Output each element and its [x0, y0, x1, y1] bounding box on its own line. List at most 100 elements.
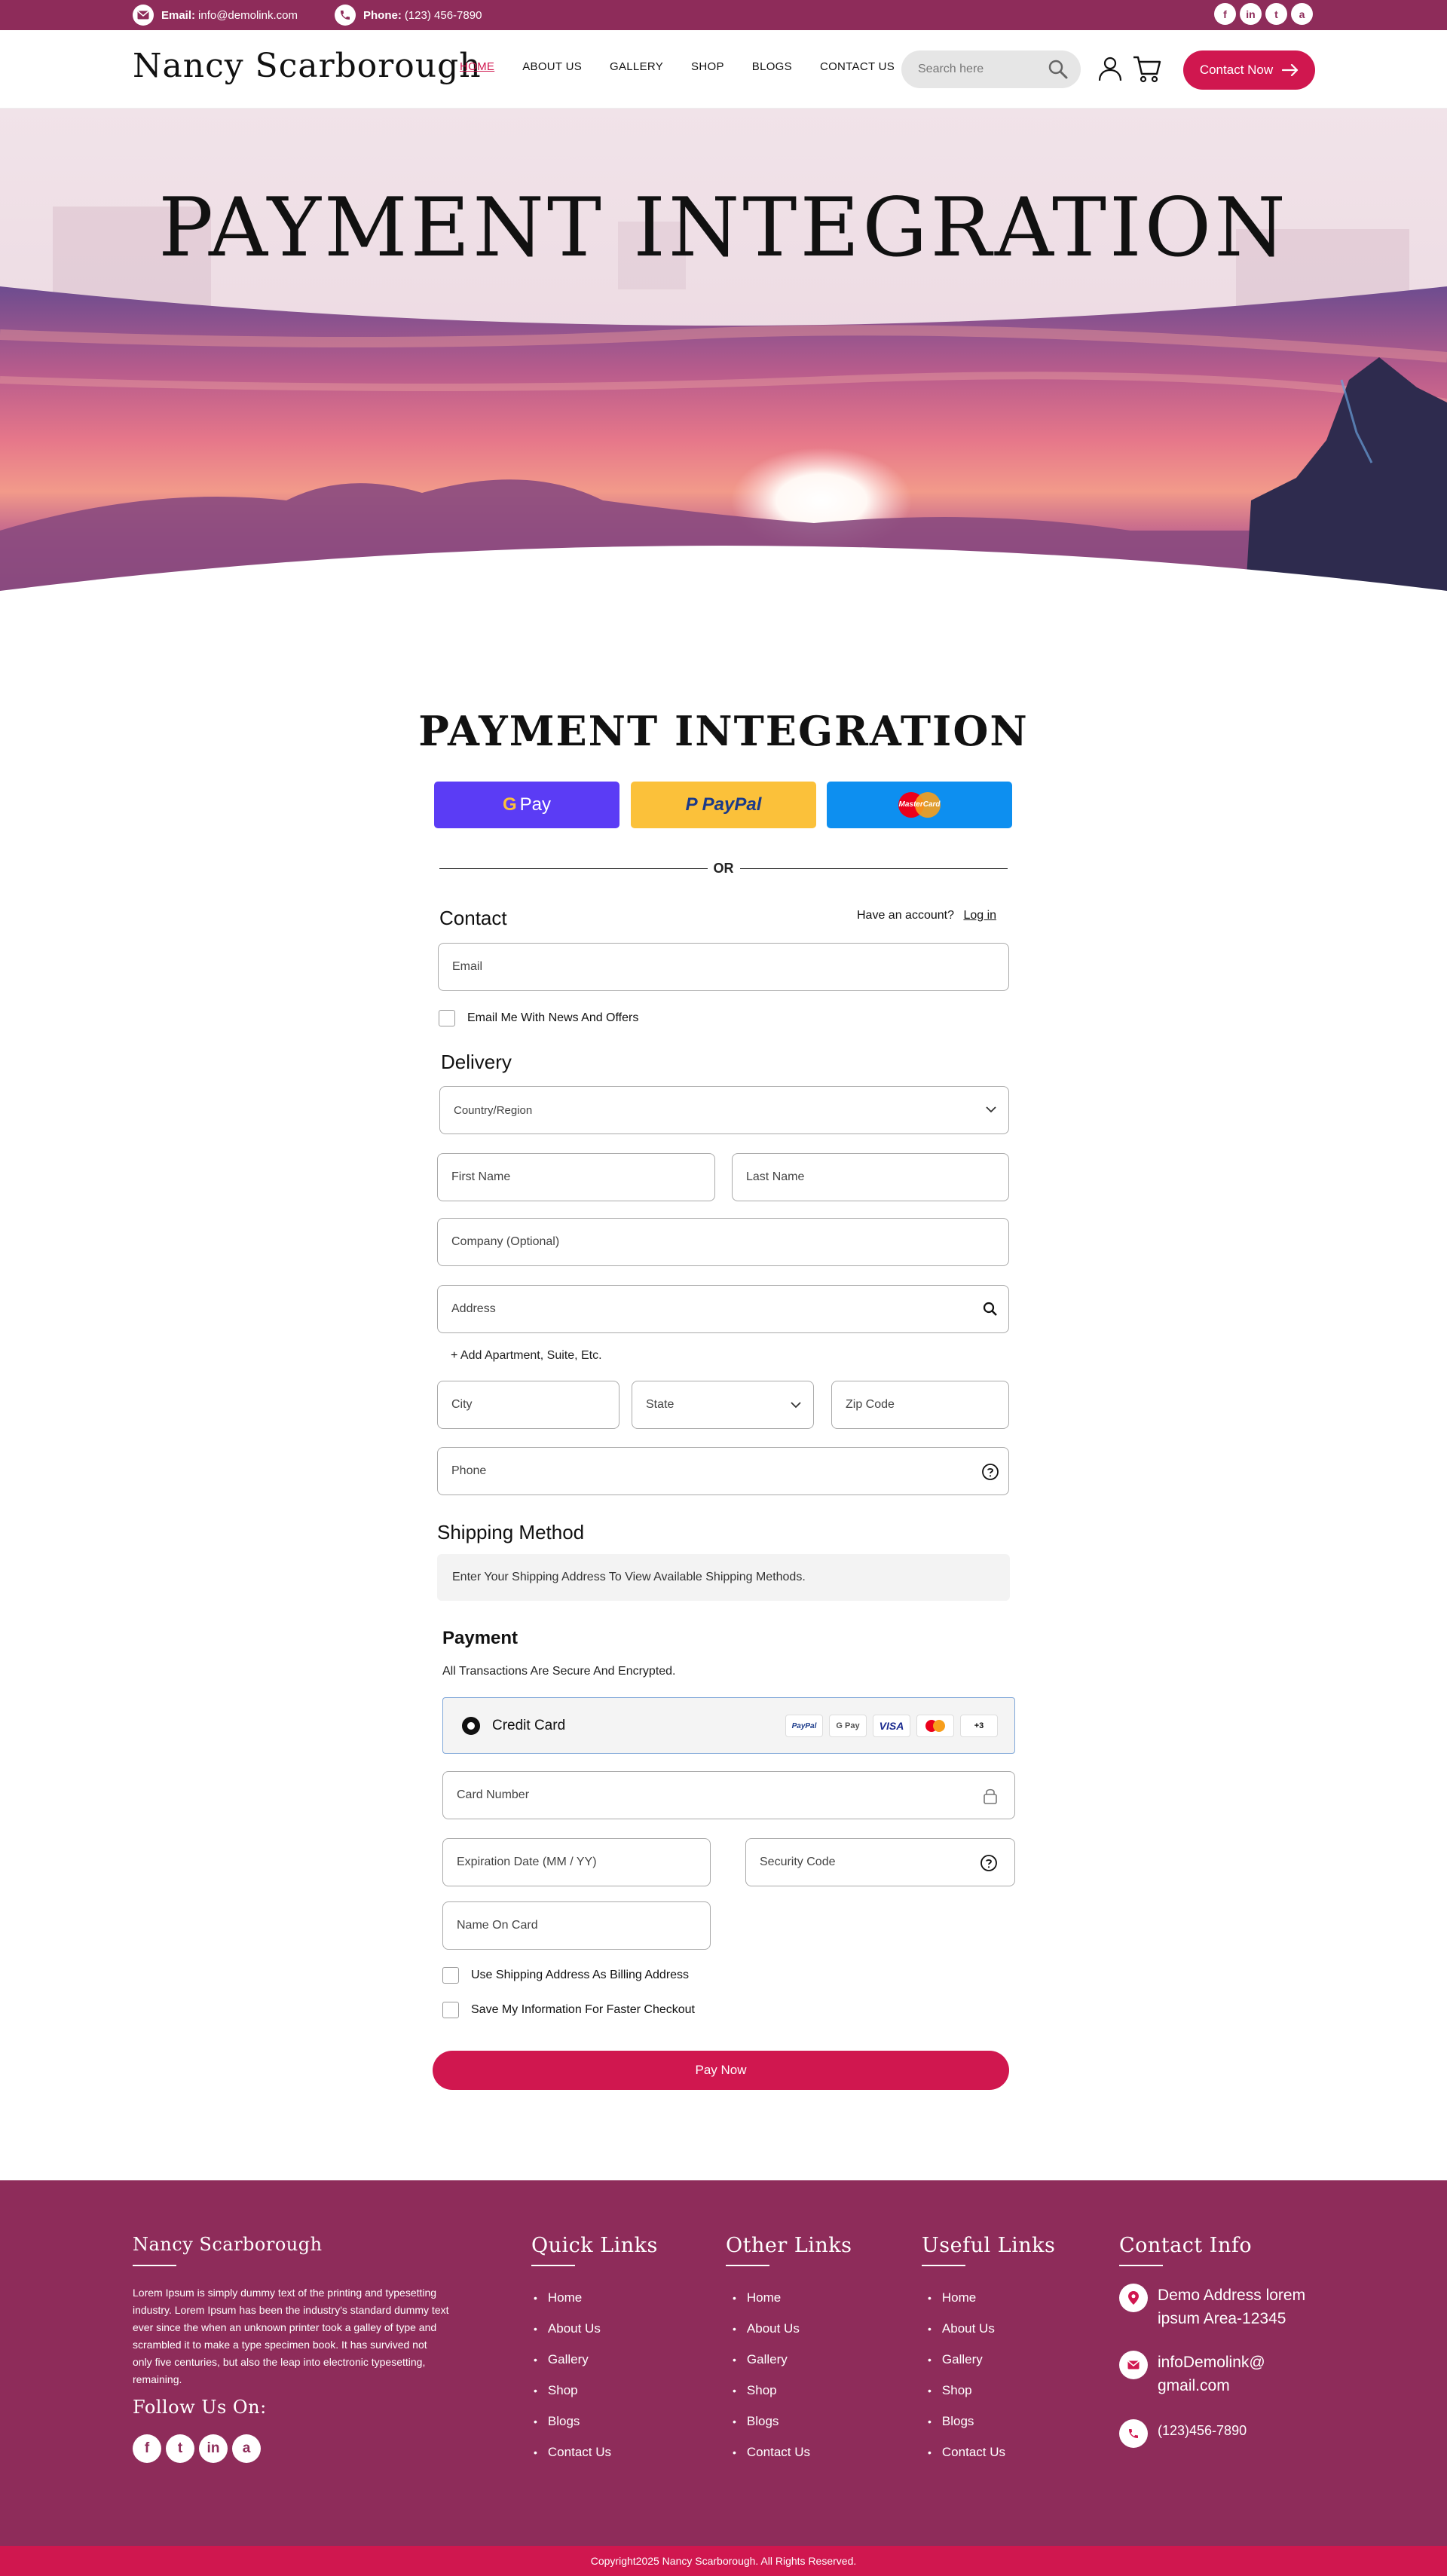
- arrow-right-icon: [1282, 64, 1299, 76]
- country-select[interactable]: Country/Region: [439, 1086, 1009, 1134]
- other-links-list: Home About Us Gallery Shop Blogs Contact…: [733, 2282, 810, 2467]
- paypal-button[interactable]: P PayPal: [631, 782, 816, 828]
- other-link-blogs[interactable]: Blogs: [733, 2406, 810, 2437]
- amazon-icon[interactable]: a: [1291, 3, 1313, 25]
- facebook-icon[interactable]: f: [133, 2434, 161, 2463]
- gpay-label: Pay: [519, 794, 552, 815]
- nav-blogs[interactable]: BLOGS: [752, 60, 792, 73]
- checkbox-box[interactable]: [442, 1967, 459, 1984]
- nav-contact[interactable]: CONTACT US: [820, 60, 895, 73]
- main-nav: HOME ABOUT US GALLERY SHOP BLOGS CONTACT…: [460, 60, 922, 73]
- card-number-field[interactable]: Card Number: [442, 1771, 1015, 1819]
- other-link-home[interactable]: Home: [733, 2282, 810, 2313]
- twitter-icon[interactable]: t: [1265, 3, 1287, 25]
- cart-icon[interactable]: [1132, 54, 1162, 83]
- mail-icon: [1119, 2351, 1148, 2379]
- location-icon: [1119, 2284, 1148, 2312]
- other-link-about[interactable]: About Us: [733, 2313, 810, 2344]
- useful-link-about[interactable]: About Us: [928, 2313, 1005, 2344]
- payment-note: All Transactions Are Secure And Encrypte…: [442, 1665, 676, 1678]
- nav-home[interactable]: HOME: [460, 60, 494, 73]
- checkbox-box[interactable]: [439, 1010, 455, 1026]
- other-links-heading: Other Links: [726, 2234, 852, 2257]
- nav-shop[interactable]: SHOP: [691, 60, 724, 73]
- pay-now-button[interactable]: Pay Now: [433, 2051, 1009, 2090]
- company-field[interactable]: Company (Optional): [437, 1218, 1009, 1266]
- useful-link-shop[interactable]: Shop: [928, 2375, 1005, 2406]
- help-icon[interactable]: [981, 1463, 999, 1481]
- quick-link-blogs[interactable]: Blogs: [534, 2406, 611, 2437]
- email-news-checkbox[interactable]: Email Me With News And Offers: [439, 1010, 638, 1026]
- quick-link-shop[interactable]: Shop: [534, 2375, 611, 2406]
- other-link-contact[interactable]: Contact Us: [733, 2437, 810, 2467]
- help-icon[interactable]: [980, 1854, 998, 1872]
- quick-link-gallery[interactable]: Gallery: [534, 2344, 611, 2375]
- quick-link-about[interactable]: About Us: [534, 2313, 611, 2344]
- other-link-gallery[interactable]: Gallery: [733, 2344, 810, 2375]
- top-email[interactable]: Email: info@demolink.com: [133, 0, 298, 30]
- facebook-icon[interactable]: f: [1214, 3, 1236, 25]
- phone-icon: [1119, 2419, 1148, 2448]
- amazon-icon[interactable]: a: [232, 2434, 261, 2463]
- footer-phone[interactable]: (123)456-7890: [1119, 2419, 1247, 2448]
- user-icon[interactable]: [1097, 55, 1124, 82]
- linkedin-icon[interactable]: in: [199, 2434, 228, 2463]
- name-on-card-field[interactable]: Name On Card: [442, 1901, 711, 1950]
- login-link[interactable]: Log in: [963, 909, 996, 922]
- other-link-shop[interactable]: Shop: [733, 2375, 810, 2406]
- chevron-down-icon: [986, 1106, 996, 1113]
- logo[interactable]: Nancy Scarborough: [133, 47, 482, 85]
- use-shipping-checkbox[interactable]: Use Shipping Address As Billing Address: [442, 1967, 689, 1984]
- header: Nancy Scarborough HOME ABOUT US GALLERY …: [0, 30, 1447, 109]
- search-input[interactable]: [918, 63, 1039, 76]
- paypal-label: PayPal: [702, 794, 762, 815]
- divider: [726, 2265, 769, 2266]
- expiration-field[interactable]: Expiration Date (MM / YY): [442, 1838, 711, 1886]
- contact-now-button[interactable]: Contact Now: [1183, 50, 1315, 90]
- linkedin-icon[interactable]: in: [1240, 3, 1262, 25]
- search-icon: [983, 1302, 997, 1316]
- first-name-field[interactable]: First Name: [437, 1153, 715, 1201]
- checkbox-box[interactable]: [442, 2002, 459, 2018]
- footer-description: Lorem Ipsum is simply dummy text of the …: [133, 2287, 449, 2385]
- email-field[interactable]: Email: [438, 943, 1009, 991]
- delivery-heading: Delivery: [441, 1051, 512, 1073]
- last-name-field[interactable]: Last Name: [732, 1153, 1009, 1201]
- gpay-button[interactable]: G Pay: [434, 782, 619, 828]
- useful-link-gallery[interactable]: Gallery: [928, 2344, 1005, 2375]
- payment-heading: Payment: [442, 1628, 519, 1648]
- useful-link-blogs[interactable]: Blogs: [928, 2406, 1005, 2437]
- contact-info-heading: Contact Info: [1119, 2234, 1253, 2257]
- quick-link-home[interactable]: Home: [534, 2282, 611, 2313]
- top-phone[interactable]: Phone: (123) 456-7890: [335, 0, 482, 30]
- credit-card-option[interactable]: Credit Card PayPal G Pay VISA MC +3: [442, 1697, 1015, 1754]
- quick-links-heading: Quick Links: [531, 2234, 658, 2257]
- nav-about[interactable]: ABOUT US: [522, 60, 582, 73]
- shipping-heading: Shipping Method: [437, 1521, 585, 1543]
- contact-now-label: Contact Now: [1199, 63, 1274, 77]
- zip-code-field[interactable]: Zip Code: [831, 1381, 1009, 1429]
- useful-link-contact[interactable]: Contact Us: [928, 2437, 1005, 2467]
- address-field[interactable]: Address: [437, 1285, 1009, 1333]
- city-field[interactable]: City: [437, 1381, 619, 1429]
- add-apartment-link[interactable]: + Add Apartment, Suite, Etc.: [451, 1349, 602, 1363]
- twitter-icon[interactable]: t: [166, 2434, 194, 2463]
- phone-field[interactable]: Phone: [437, 1447, 1009, 1495]
- footer-email[interactable]: infoDemolink@ gmail.com: [1119, 2351, 1265, 2397]
- quick-link-contact[interactable]: Contact Us: [534, 2437, 611, 2467]
- top-social: f in t a: [1214, 3, 1313, 25]
- shipping-note: Enter Your Shipping Address To View Avai…: [437, 1554, 1010, 1601]
- search-icon[interactable]: [1048, 59, 1069, 80]
- email-label: Email:: [161, 8, 196, 22]
- nav-gallery[interactable]: GALLERY: [610, 60, 663, 73]
- lock-icon: [984, 1788, 997, 1804]
- copyright-bar: Copyright2025 Nancy Scarborough. All Rig…: [0, 2546, 1447, 2576]
- mastercard-button[interactable]: MasterCard: [827, 782, 1012, 828]
- credit-card-radio[interactable]: [462, 1716, 480, 1735]
- mastercard-icon: MasterCard: [898, 792, 941, 818]
- save-info-checkbox[interactable]: Save My Information For Faster Checkout: [442, 2002, 695, 2018]
- useful-link-home[interactable]: Home: [928, 2282, 1005, 2313]
- state-select[interactable]: State: [632, 1381, 814, 1429]
- phone-value: (123) 456-7890: [404, 8, 482, 22]
- security-code-field[interactable]: Security Code: [745, 1838, 1015, 1886]
